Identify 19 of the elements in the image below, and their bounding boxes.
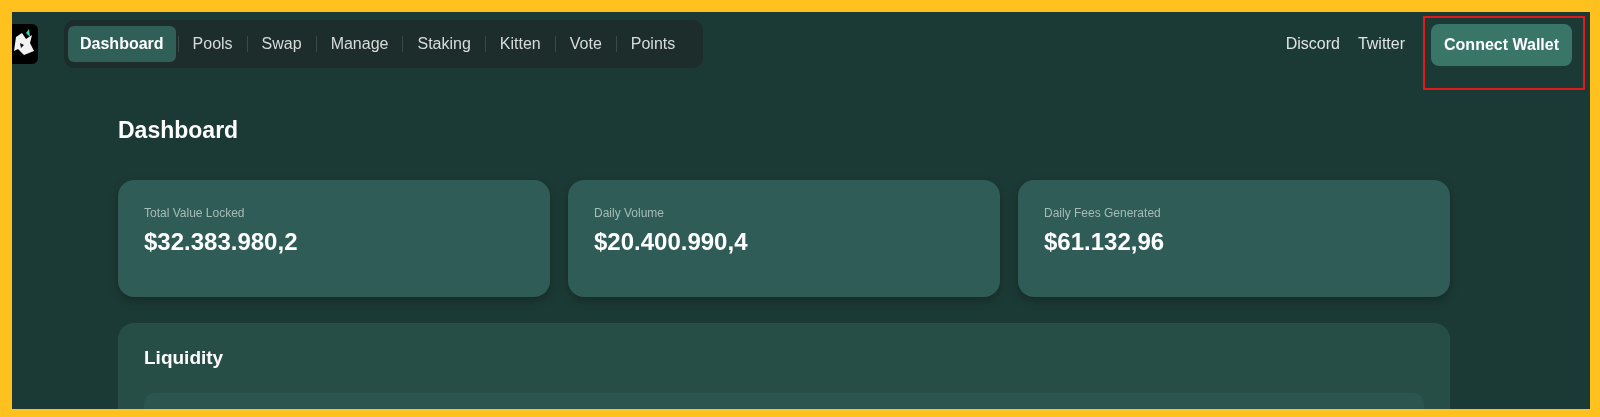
nav-tab[interactable]: Points: [618, 26, 688, 62]
stat-value: $20.400.990,4: [594, 228, 749, 256]
stat-value: $61.132,96: [1044, 228, 1166, 256]
nav-tab[interactable]: Staking: [405, 26, 483, 62]
section-title: Liquidity: [144, 347, 225, 369]
stat-label: Daily Volume: [594, 206, 666, 220]
page-title: Dashboard: [118, 117, 240, 144]
nav-link[interactable]: Discord: [1285, 35, 1340, 53]
stat-label: Daily Fees Generated: [1044, 206, 1162, 220]
stat-value: $32.383.980,2: [144, 228, 299, 256]
nav-tab[interactable]: Swap: [249, 26, 314, 62]
nav-tab[interactable]: Kitten: [487, 26, 553, 62]
nav-tab[interactable]: Manage: [318, 26, 401, 62]
nav-link[interactable]: Twitter: [1357, 35, 1406, 53]
nav-tab[interactable]: Vote: [557, 26, 614, 62]
stat-label: Total Value Locked: [144, 206, 246, 220]
connect-wallet-button[interactable]: Connect Wallet: [1431, 24, 1572, 66]
nav-tab[interactable]: Dashboard: [68, 26, 176, 62]
nav-tab[interactable]: Pools: [180, 26, 245, 62]
